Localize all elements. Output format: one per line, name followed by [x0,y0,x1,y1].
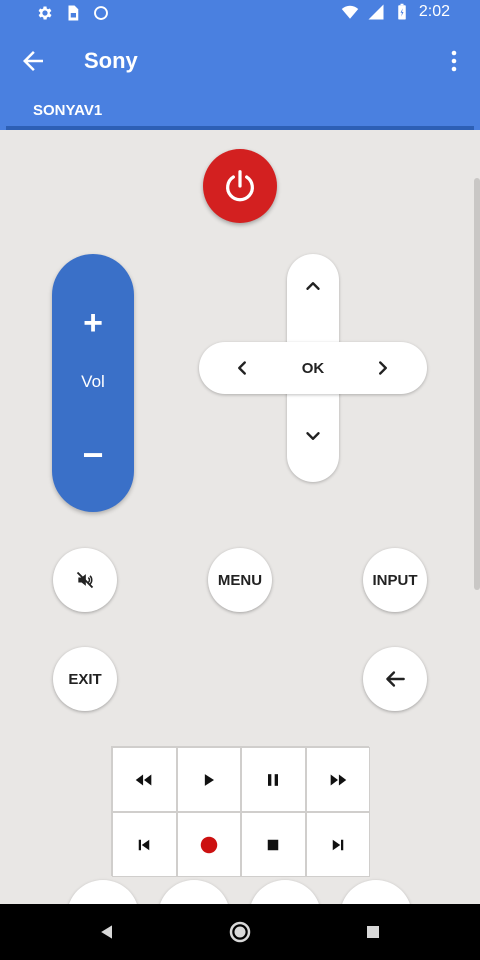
input-button[interactable]: INPUT [363,548,427,612]
tab-indicator [6,126,474,130]
dpad-ok-button[interactable]: OK [288,352,338,384]
nav-recents-button[interactable] [359,918,387,946]
volume-up-button[interactable]: + [52,298,134,348]
arrow-left-icon [23,51,43,71]
stop-button[interactable] [241,812,306,877]
volume-label: Vol [81,372,105,391]
signal-icon [368,4,384,20]
volume-rocker: + Vol − [52,254,134,512]
record-icon [200,836,217,853]
overflow-menu-button[interactable] [442,46,466,76]
nav-home-icon [229,921,251,943]
chevron-left-icon [238,361,246,375]
rewind-button[interactable] [112,747,177,812]
stop-icon [268,839,279,850]
page-title: Sony [84,48,138,73]
sim-card-icon [68,5,79,21]
nav-back-button[interactable] [93,918,121,946]
wifi-icon [341,5,359,19]
dpad-left-button[interactable] [220,346,264,390]
return-button[interactable] [363,647,427,711]
media-controls [111,746,370,877]
nav-home-button[interactable] [226,918,254,946]
skip-next-button[interactable] [305,812,370,877]
dpad-down-button[interactable] [291,414,335,458]
chevron-up-icon [306,282,320,290]
skip-previous-button[interactable] [112,812,177,877]
status-time: 2:02 [418,3,450,20]
rewind-icon [136,774,152,785]
volume-off-icon [76,571,94,589]
system-nav-bar [0,904,480,960]
battery-charging-icon [398,3,406,20]
nav-recents-icon [367,926,379,938]
mute-button[interactable] [53,548,117,612]
skip-previous-icon [139,839,150,850]
dpad-right-button[interactable] [361,346,405,390]
pause-icon [268,773,279,786]
more-vert-icon [451,50,457,72]
dpad-up-button[interactable] [291,264,335,308]
status-bar: 2:02 [0,0,480,28]
play-icon [204,773,214,786]
exit-button[interactable]: EXIT [53,647,117,711]
scrollbar[interactable] [474,178,480,590]
nav-back-icon [101,925,112,939]
skip-next-icon [332,839,343,850]
back-button[interactable] [18,46,48,76]
chevron-right-icon [379,361,387,375]
power-button[interactable] [203,149,277,223]
tab-bar: SONYAV1 [0,94,480,130]
record-button[interactable] [176,812,241,877]
circle-icon [94,6,108,20]
chevron-down-icon [306,432,320,440]
play-button[interactable] [176,747,241,812]
arrow-left-icon [386,671,405,687]
tab-sonyav1[interactable]: SONYAV1 [6,94,474,130]
fast-forward-button[interactable] [305,747,370,812]
fast-forward-icon [330,774,346,785]
app-bar: Sony [0,28,480,94]
power-icon [226,170,254,202]
volume-down-button[interactable]: − [52,430,134,480]
pause-button[interactable] [241,747,306,812]
menu-button[interactable]: MENU [208,548,272,612]
settings-icon [38,6,52,20]
